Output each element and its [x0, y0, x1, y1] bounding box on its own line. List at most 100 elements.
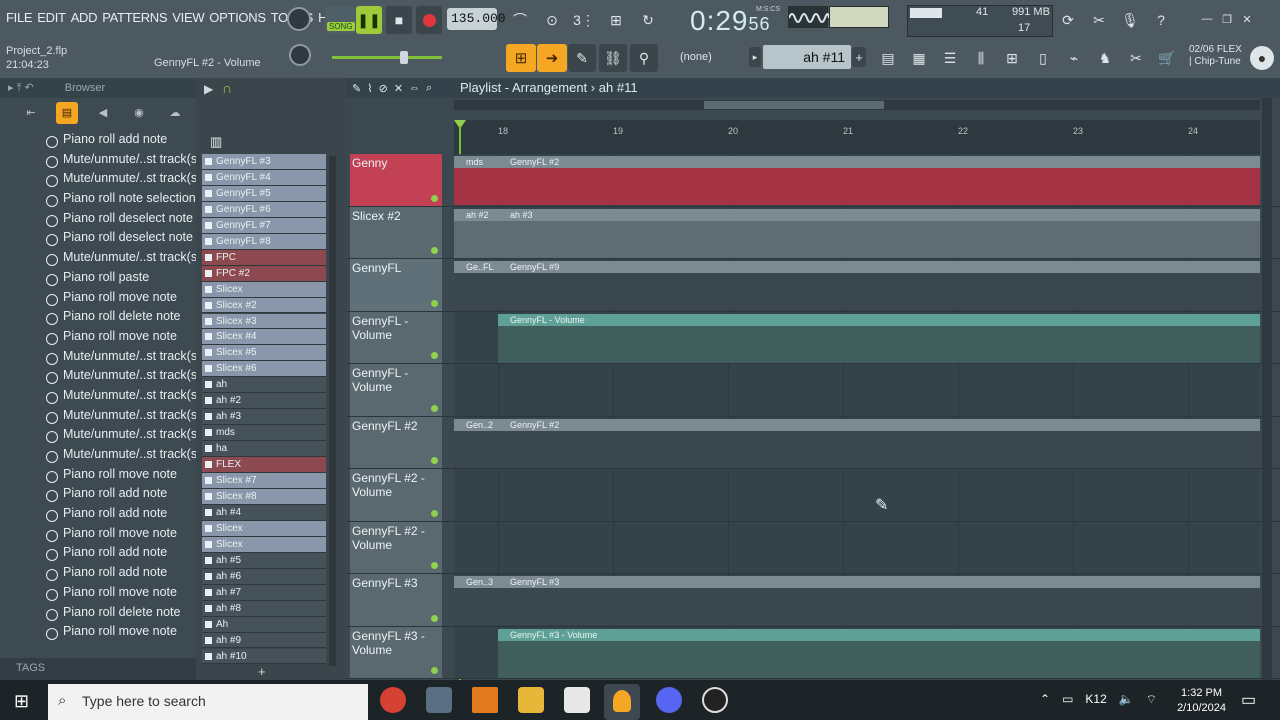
pattern-clip[interactable]: GennyFL #3 [498, 576, 1260, 588]
windows-start-icon[interactable]: ⊞ [14, 692, 32, 710]
history-item[interactable]: Mute/unmute/..st track(s) [0, 152, 201, 172]
track-lane[interactable] [454, 469, 1260, 521]
fl-studio-taskbar-icon[interactable] [604, 684, 640, 720]
pattern-clip[interactable]: ah #3 [498, 208, 1260, 221]
menu-add[interactable]: ADD [71, 10, 98, 25]
track-mute-led[interactable] [431, 404, 438, 412]
pattern-clip[interactable]: ah #2 [454, 208, 498, 221]
song-mode-toggle[interactable]: SONG [325, 6, 355, 34]
stamp-icon[interactable]: ⚲ [630, 44, 658, 72]
timeline-ruler[interactable]: 18 19 20 21 22 23 24 [454, 120, 1260, 154]
track-mute-led[interactable] [431, 562, 438, 569]
channel-row[interactable]: ah #8 [202, 600, 326, 617]
history-item[interactable]: Mute/unmute/..st track(s) [0, 368, 201, 388]
channel-row[interactable]: Slicex #4 [202, 329, 326, 346]
channel-row[interactable]: GennyFL #5 [202, 185, 326, 202]
files-icon[interactable]: ▤ [56, 102, 78, 124]
channel-row[interactable]: mds [202, 425, 326, 442]
channel-row[interactable]: Slicex [202, 281, 326, 298]
channel-row[interactable]: Slicex #5 [202, 345, 326, 362]
track-mute-led[interactable] [431, 299, 438, 307]
loop-record-icon[interactable]: ↻ [633, 6, 663, 34]
channel-row[interactable]: ah #10 [202, 648, 326, 665]
channel-row[interactable]: ah #3 [202, 409, 326, 426]
history-item[interactable]: Piano roll add note [0, 565, 196, 585]
history-item[interactable]: Mute/unmute/..st track(s) [0, 388, 201, 408]
speaker-icon[interactable]: ◀ [92, 102, 114, 124]
track-mute-led[interactable] [431, 247, 438, 254]
channel-row[interactable]: Slicex #7 [202, 473, 326, 489]
wait-input-icon[interactable]: ⊙ [537, 6, 567, 34]
history-item[interactable]: Piano roll move note [0, 526, 196, 546]
vertical-scrollbar[interactable] [1262, 98, 1272, 680]
master-volume-slider[interactable] [332, 51, 442, 64]
history-item[interactable]: Piano roll move note [0, 290, 196, 310]
history-item[interactable]: Piano roll move note [0, 585, 196, 605]
pattern-clip[interactable]: mds [454, 156, 498, 168]
slip-icon[interactable]: ⇔ [409, 82, 420, 94]
menu-edit[interactable]: EDIT [37, 10, 66, 25]
channel-row[interactable]: ha [202, 441, 326, 458]
channel-row[interactable]: Slicex [202, 536, 326, 553]
menu-patterns[interactable]: PATTERNS [102, 10, 167, 25]
restore-button[interactable]: ❐ [1218, 10, 1236, 28]
pencil-icon[interactable]: ✎ [352, 82, 361, 95]
volume-icon[interactable]: 🔈 [1119, 692, 1134, 707]
automation-clip[interactable]: GennyFL - Volume [498, 313, 1260, 326]
track-header[interactable]: GennyFL #2 - Volume [350, 521, 442, 573]
channel-row[interactable]: FPC #2 [202, 265, 326, 282]
channel-row[interactable]: ah #2 [202, 393, 326, 410]
channel-row[interactable]: ah #4 [202, 504, 326, 521]
track-header[interactable]: GennyFL #2 - Volume [350, 469, 442, 521]
magnet-icon[interactable]: ∩ [222, 80, 232, 96]
channel-row[interactable]: Slicex #2 [202, 297, 326, 314]
add-pattern-icon[interactable]: + [852, 47, 866, 67]
channel-row[interactable]: ah #6 [202, 568, 326, 585]
track-lane[interactable] [454, 364, 1260, 416]
track-mute-led[interactable] [431, 194, 438, 202]
channel-row[interactable]: ah #7 [202, 584, 326, 601]
channel-row[interactable]: Slicex [202, 520, 326, 537]
channel-row[interactable]: Ah [202, 616, 326, 633]
channel-row[interactable]: GennyFL #8 [202, 233, 326, 250]
track-lane[interactable]: ah #2 ah #3 [454, 206, 1260, 258]
history-item[interactable]: Piano roll paste [0, 270, 196, 290]
channel-row[interactable]: GennyFL #6 [202, 201, 326, 218]
automation-clip-body[interactable] [498, 324, 1260, 363]
channel-row[interactable]: FLEX [202, 457, 326, 473]
pattern-clip-body[interactable] [454, 168, 1260, 205]
cut-icon[interactable]: ✂ [1085, 6, 1113, 34]
terms-app-icon[interactable] [564, 687, 590, 713]
mute-icon[interactable]: ✕ [394, 82, 403, 95]
plugin-icon[interactable]: ⌁ [1060, 44, 1088, 72]
track-header[interactable]: GennyFL #2 [350, 416, 442, 468]
track-mute-led[interactable] [431, 509, 438, 517]
track-lane[interactable]: Gen..3 GennyFL #3 [454, 574, 1260, 626]
wifi-icon[interactable]: ⌔ [1146, 692, 1157, 707]
notifications-icon[interactable]: ▭ [1241, 690, 1256, 710]
countdown-icon[interactable]: 3⋮ [569, 6, 599, 34]
pattern-prev-icon[interactable]: ▸ [749, 47, 761, 67]
brush-icon[interactable]: ⌇ [367, 82, 372, 95]
pattern-clip-body[interactable] [454, 430, 1260, 468]
zoom-icon[interactable]: ⌕ [426, 82, 432, 95]
track-header[interactable]: GennyFL #3 [350, 574, 442, 626]
snap-selector[interactable]: (none) [680, 51, 712, 63]
record-button[interactable] [416, 6, 442, 34]
history-item[interactable]: Piano roll add note [0, 545, 196, 565]
tags-bar[interactable]: TAGS [0, 658, 196, 680]
discord-icon[interactable] [656, 687, 682, 713]
channel-row[interactable]: Slicex #8 [202, 489, 326, 505]
master-volume-knob[interactable] [287, 7, 311, 31]
slider-handle[interactable] [400, 51, 408, 64]
tray-chevron-icon[interactable]: ⌃ [1040, 692, 1050, 707]
file-icon[interactable]: ▯ [1029, 44, 1057, 72]
channel-row[interactable]: Slicex #6 [202, 361, 326, 378]
track-header[interactable]: Slicex #2 [350, 206, 442, 258]
history-item[interactable]: Mute/unmute/..st track(s) [0, 171, 201, 191]
lang-indicator[interactable]: K12 [1085, 692, 1106, 707]
track-mute-led[interactable] [431, 457, 438, 464]
history-item[interactable]: Mute/unmute/..st track(s) [0, 447, 201, 467]
history-item[interactable]: Piano roll move note [0, 467, 196, 487]
history-item[interactable]: Piano roll deselect note [0, 230, 196, 250]
